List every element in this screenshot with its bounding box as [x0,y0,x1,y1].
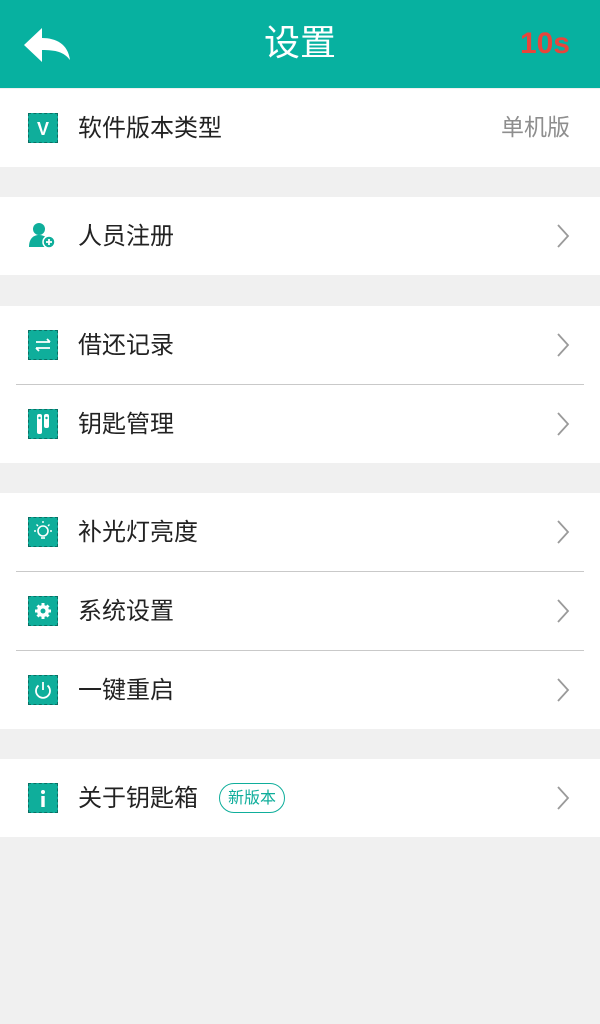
key-icon [28,409,58,439]
row-about-key-box[interactable]: 关于钥匙箱 新版本 [0,759,600,837]
settings-group-records: 借还记录 钥匙管理 [0,306,600,463]
gear-icon [28,596,58,626]
chevron-right-icon [557,599,570,623]
countdown-timer: 10s [519,27,570,60]
row-system-settings[interactable]: 系统设置 [0,572,600,650]
info-icon [28,783,58,813]
row-borrow-return-records[interactable]: 借还记录 [0,306,600,384]
app-header: 设置 10s [0,0,600,88]
chevron-right-icon [557,224,570,248]
chevron-right-icon [557,678,570,702]
row-label: 系统设置 [78,597,174,625]
transfer-icon [28,330,58,360]
page-title: 设置 [263,23,336,64]
row-software-version: V 软件版本类型 单机版 [0,89,600,167]
row-label: 关于钥匙箱 [78,784,198,812]
new-version-badge: 新版本 [219,783,286,813]
row-label: 一键重启 [78,676,174,704]
version-v-icon: V [28,113,58,143]
user-add-icon [28,221,58,251]
chevron-right-icon [557,333,570,357]
settings-group-about: 关于钥匙箱 新版本 [0,759,600,837]
row-one-key-restart[interactable]: 一键重启 [0,651,600,729]
svg-text:V: V [37,119,49,139]
row-personnel-registration[interactable]: 人员注册 [0,197,600,275]
row-label: 软件版本类型 [78,114,222,142]
row-label: 借还记录 [78,331,174,359]
row-label: 人员注册 [78,222,174,250]
row-label: 补光灯亮度 [78,518,198,546]
light-bulb-icon [28,517,58,547]
power-icon [28,675,58,705]
chevron-right-icon [557,412,570,436]
row-fill-light-brightness[interactable]: 补光灯亮度 [0,493,600,571]
row-key-management[interactable]: 钥匙管理 [0,385,600,463]
settings-group-device: 补光灯亮度 系统设置 一键重启 [0,493,600,729]
chevron-right-icon [557,520,570,544]
version-type-value: 单机版 [501,115,570,141]
chevron-right-icon [557,786,570,810]
settings-group-version: V 软件版本类型 单机版 [0,89,600,167]
settings-group-registration: 人员注册 [0,197,600,275]
row-label: 钥匙管理 [78,410,174,438]
